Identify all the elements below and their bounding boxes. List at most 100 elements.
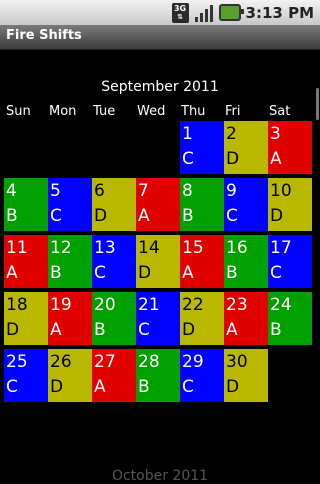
day-cell[interactable]: 7A [136,178,180,231]
shift-letter: A [182,263,194,283]
day-cell[interactable]: 9C [224,178,268,231]
day-number: 27 [94,352,116,372]
day-number: 12 [50,238,72,258]
shift-letter: C [226,206,238,226]
shift-letter: B [182,206,194,226]
network-type: 3G [173,3,187,13]
day-number: 23 [226,295,248,315]
day-number: 24 [270,295,292,315]
shift-letter: B [138,377,150,397]
status-time: 3:13 PM [245,3,314,22]
day-cell[interactable]: 23 A [224,292,268,345]
day-cell[interactable]: 20 B [92,292,136,345]
title-bar: Fire Shifts [0,25,320,50]
weekday-label: Mon [49,104,77,119]
day-cell[interactable]: 15 A [180,235,224,288]
shift-letter: A [6,263,18,283]
battery-icon [218,3,244,23]
next-month-title: October 2011 [111,468,209,484]
shift-letter: C [182,149,194,169]
shift-letter: D [226,149,240,169]
day-cell[interactable]: 2D [224,121,268,174]
shift-letter: A [50,320,62,340]
day-cell[interactable]: 25 C [4,349,48,402]
weekday-label: Fri [225,104,241,119]
day-number: 29 [182,352,204,372]
day-number: 11 [6,238,28,258]
day-cell[interactable]: 27 A [92,349,136,402]
shift-letter: C [50,206,62,226]
day-cell[interactable]: 24 B [268,292,312,345]
day-number: 25 [6,352,28,372]
weekday-label: Tue [93,104,116,119]
day-number: 1 [182,124,193,144]
shift-letter: B [50,263,62,283]
day-number: 2 [226,124,237,144]
app-title: Fire Shifts [6,28,82,43]
day-cell[interactable]: 4B [4,178,48,231]
month-title: September 2011 [101,79,219,95]
day-number: 21 [138,295,160,315]
day-number: 30 [226,352,248,372]
day-cell[interactable]: 17 C [268,235,312,288]
day-cell[interactable]: 5C [48,178,92,231]
scrollbar[interactable] [316,88,319,120]
day-cell[interactable]: 11 A [4,235,48,288]
day-number: 20 [94,295,116,315]
shift-letter: D [182,320,196,340]
weekday-label: Wed [137,104,166,119]
day-number: 7 [138,181,149,201]
shift-letter: D [270,206,284,226]
weekday-label: Sat [269,104,291,119]
shift-letter: B [94,320,106,340]
shift-letter: C [138,320,150,340]
shift-letter: C [6,377,18,397]
day-number: 9 [226,181,237,201]
shift-letter: D [138,263,152,283]
day-cell[interactable]: 3A [268,121,312,174]
day-number: 28 [138,352,160,372]
shift-letter: A [94,377,106,397]
day-cell[interactable]: 30 D [224,349,268,402]
day-cell[interactable]: 8B [180,178,224,231]
day-cell[interactable]: 1C [180,121,224,174]
day-cell[interactable]: 6D [92,178,136,231]
shift-letter: A [138,206,150,226]
shift-letter: B [226,263,238,283]
weekday-label: Thu [181,104,206,119]
day-cell[interactable]: 16 B [224,235,268,288]
shift-letter: D [226,377,240,397]
shift-letter: A [270,149,282,169]
shift-letter: B [6,206,18,226]
day-cell[interactable]: 21 C [136,292,180,345]
day-number: 15 [182,238,204,258]
shift-letter: D [94,206,108,226]
day-cell[interactable]: 12 B [48,235,92,288]
day-cell[interactable]: 13 C [92,235,136,288]
day-number: 16 [226,238,248,258]
day-cell[interactable]: 22 D [180,292,224,345]
day-cell[interactable]: 29 C [180,349,224,402]
day-cell[interactable]: 28 B [136,349,180,402]
day-cell[interactable]: 19 A [48,292,92,345]
shift-letter: C [182,377,194,397]
day-number: 3 [270,124,281,144]
day-number: 17 [270,238,292,258]
day-number: 22 [182,295,204,315]
signal-icon [194,3,214,23]
day-cell[interactable]: 18 D [4,292,48,345]
day-number: 4 [6,181,17,201]
shift-letter: A [226,320,238,340]
shift-letter: D [6,320,20,340]
day-cell[interactable]: 14 D [136,235,180,288]
day-number: 18 [6,295,28,315]
shift-letter: C [270,263,282,283]
day-number: 8 [182,181,193,201]
day-number: 26 [50,352,72,372]
weekday-label: Sun [6,104,31,119]
day-cell[interactable]: 10 D [268,178,312,231]
day-cell[interactable]: 26 D [48,349,92,402]
day-number: 14 [138,238,160,258]
day-number: 5 [50,181,61,201]
shift-letter: B [270,320,282,340]
